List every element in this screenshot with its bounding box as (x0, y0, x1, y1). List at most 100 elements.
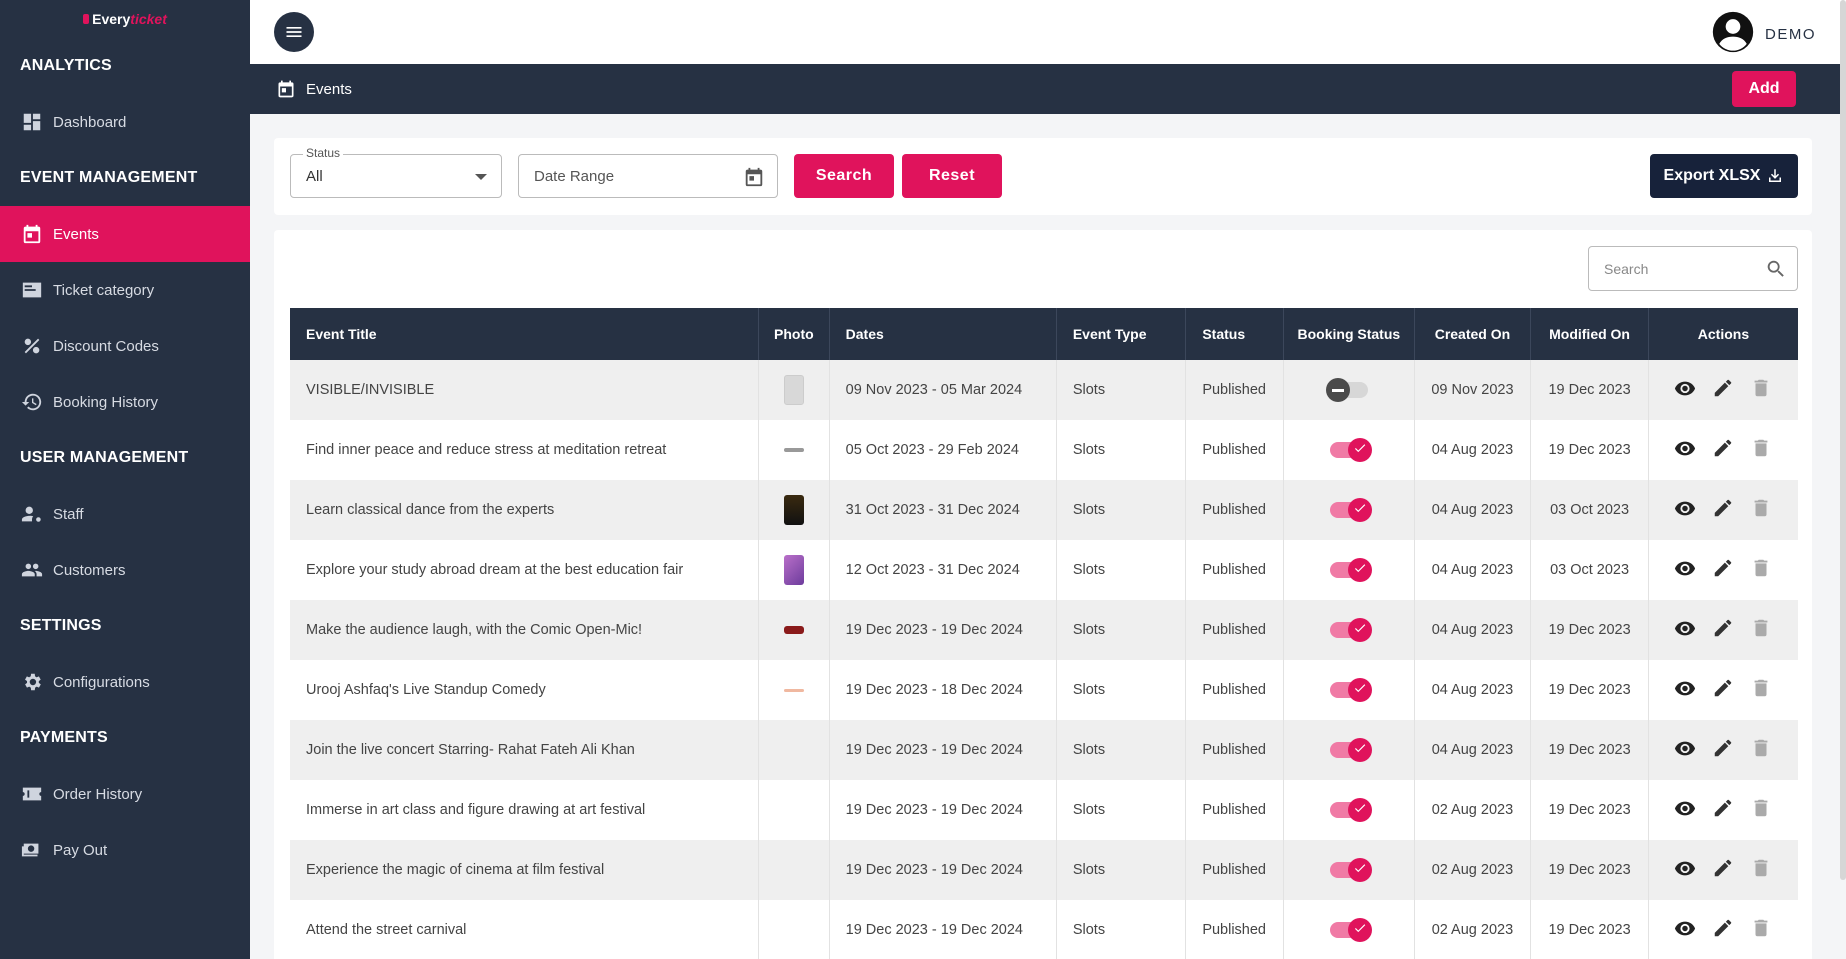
event-photo-thumbnail[interactable] (783, 555, 804, 585)
edit-icon[interactable] (1712, 617, 1734, 643)
col-event-type[interactable]: Event Type (1056, 308, 1187, 360)
booking-status-toggle[interactable] (1329, 438, 1372, 463)
booking-status-toggle[interactable] (1329, 618, 1372, 643)
delete-icon[interactable] (1750, 617, 1772, 643)
edit-icon[interactable] (1712, 377, 1734, 403)
booking-status-toggle[interactable] (1329, 918, 1372, 943)
col-created-on[interactable]: Created On (1414, 308, 1532, 360)
section-user-management: USER MANAGEMENT (20, 449, 189, 466)
toggle-knob (1347, 738, 1372, 763)
delete-icon[interactable] (1750, 917, 1772, 943)
edit-icon[interactable] (1712, 557, 1734, 583)
booking-status-toggle[interactable] (1325, 378, 1368, 403)
sidebar-item-label: Order History (53, 785, 143, 803)
booking-status-toggle[interactable] (1329, 738, 1372, 763)
check-icon (1353, 621, 1367, 639)
booking-status-toggle[interactable] (1329, 858, 1372, 883)
cell-actions (1648, 900, 1798, 959)
col-dates[interactable]: Dates (829, 308, 1057, 360)
delete-icon[interactable] (1750, 497, 1772, 523)
sidebar-item-label: Booking History (53, 393, 159, 411)
check-icon (1353, 741, 1367, 759)
edit-icon[interactable] (1712, 797, 1734, 823)
cell-created-on: 02 Aug 2023 (1414, 780, 1532, 840)
cell-photo (758, 660, 830, 720)
booking-status-toggle[interactable] (1329, 558, 1372, 583)
sidebar-item-label: Customers (53, 561, 126, 579)
sidebar-item-dashboard[interactable]: Dashboard (0, 94, 250, 150)
sidebar-item-label: Staff (53, 505, 84, 523)
view-icon[interactable] (1674, 857, 1696, 883)
cell-photo (758, 780, 830, 840)
top-header: DEMO (250, 0, 1846, 64)
booking-status-toggle[interactable] (1329, 498, 1372, 523)
sidebar-item-order-history[interactable]: Order History (0, 766, 250, 822)
sidebar-item-booking-history[interactable]: Booking History (0, 374, 250, 430)
event-photo-thumbnail[interactable] (783, 375, 804, 405)
add-button[interactable]: Add (1732, 71, 1796, 107)
page-scrollbar[interactable] (1840, 0, 1846, 880)
user-menu[interactable]: DEMO (1711, 10, 1816, 59)
search-button[interactable]: Search (794, 154, 894, 198)
delete-icon[interactable] (1750, 437, 1772, 463)
sidebar-item-configurations[interactable]: Configurations (0, 654, 250, 710)
edit-icon[interactable] (1712, 677, 1734, 703)
caret-down-icon (475, 174, 487, 180)
view-icon[interactable] (1674, 617, 1696, 643)
toggle-knob (1347, 438, 1372, 463)
status-select[interactable]: Status All (290, 146, 502, 198)
view-icon[interactable] (1674, 797, 1696, 823)
event-photo-thumbnail[interactable] (783, 626, 804, 635)
view-icon[interactable] (1674, 377, 1696, 403)
delete-icon[interactable] (1750, 557, 1772, 583)
sidebar-item-ticket-category[interactable]: Ticket category (0, 262, 250, 318)
sidebar-item-staff[interactable]: Staff (0, 486, 250, 542)
cell-status: Published (1185, 480, 1285, 540)
cell-created-on: 04 Aug 2023 (1414, 540, 1532, 600)
section-payments: PAYMENTS (20, 729, 108, 746)
col-booking-status[interactable]: Booking Status (1283, 308, 1415, 360)
edit-icon[interactable] (1712, 437, 1734, 463)
delete-icon[interactable] (1750, 737, 1772, 763)
cell-dates: 09 Nov 2023 - 05 Mar 2024 (829, 360, 1057, 420)
col-status[interactable]: Status (1185, 308, 1285, 360)
delete-icon[interactable] (1750, 677, 1772, 703)
sidebar-item-customers[interactable]: Customers (0, 542, 250, 598)
check-icon (1353, 801, 1367, 819)
view-icon[interactable] (1674, 677, 1696, 703)
col-modified-on[interactable]: Modified On (1530, 308, 1649, 360)
booking-status-toggle[interactable] (1329, 678, 1372, 703)
table-search-input[interactable]: Search (1588, 246, 1798, 291)
export-xlsx-button[interactable]: Export XLSX (1650, 154, 1798, 198)
event-photo-thumbnail[interactable] (783, 688, 804, 692)
delete-icon[interactable] (1750, 377, 1772, 403)
delete-icon[interactable] (1750, 857, 1772, 883)
col-event-title[interactable]: Event Title (290, 308, 760, 360)
cell-photo (758, 900, 830, 959)
hamburger-menu-button[interactable] (274, 12, 314, 52)
brand-logo[interactable]: Every ticket (0, 0, 250, 38)
delete-icon[interactable] (1750, 797, 1772, 823)
cell-actions (1648, 480, 1798, 540)
view-icon[interactable] (1674, 557, 1696, 583)
view-icon[interactable] (1674, 737, 1696, 763)
sidebar-item-discount-codes[interactable]: Discount Codes (0, 318, 250, 374)
event-photo-thumbnail[interactable] (783, 495, 804, 525)
edit-icon[interactable] (1712, 917, 1734, 943)
edit-icon[interactable] (1712, 857, 1734, 883)
view-icon[interactable] (1674, 437, 1696, 463)
booking-status-toggle[interactable] (1329, 798, 1372, 823)
reset-button[interactable]: Reset (902, 154, 1002, 198)
toggle-knob (1325, 378, 1350, 403)
sidebar-item-events[interactable]: Events (0, 206, 250, 262)
sidebar-item-label: Events (53, 225, 99, 243)
cell-event-title: VISIBLE/INVISIBLE (290, 360, 760, 420)
date-range-input[interactable]: Date Range (518, 154, 778, 198)
event-photo-thumbnail[interactable] (783, 448, 804, 453)
view-icon[interactable] (1674, 917, 1696, 943)
sidebar-item-pay-out[interactable]: Pay Out (0, 822, 250, 878)
calendar-icon[interactable] (743, 166, 765, 188)
edit-icon[interactable] (1712, 737, 1734, 763)
edit-icon[interactable] (1712, 497, 1734, 523)
view-icon[interactable] (1674, 497, 1696, 523)
